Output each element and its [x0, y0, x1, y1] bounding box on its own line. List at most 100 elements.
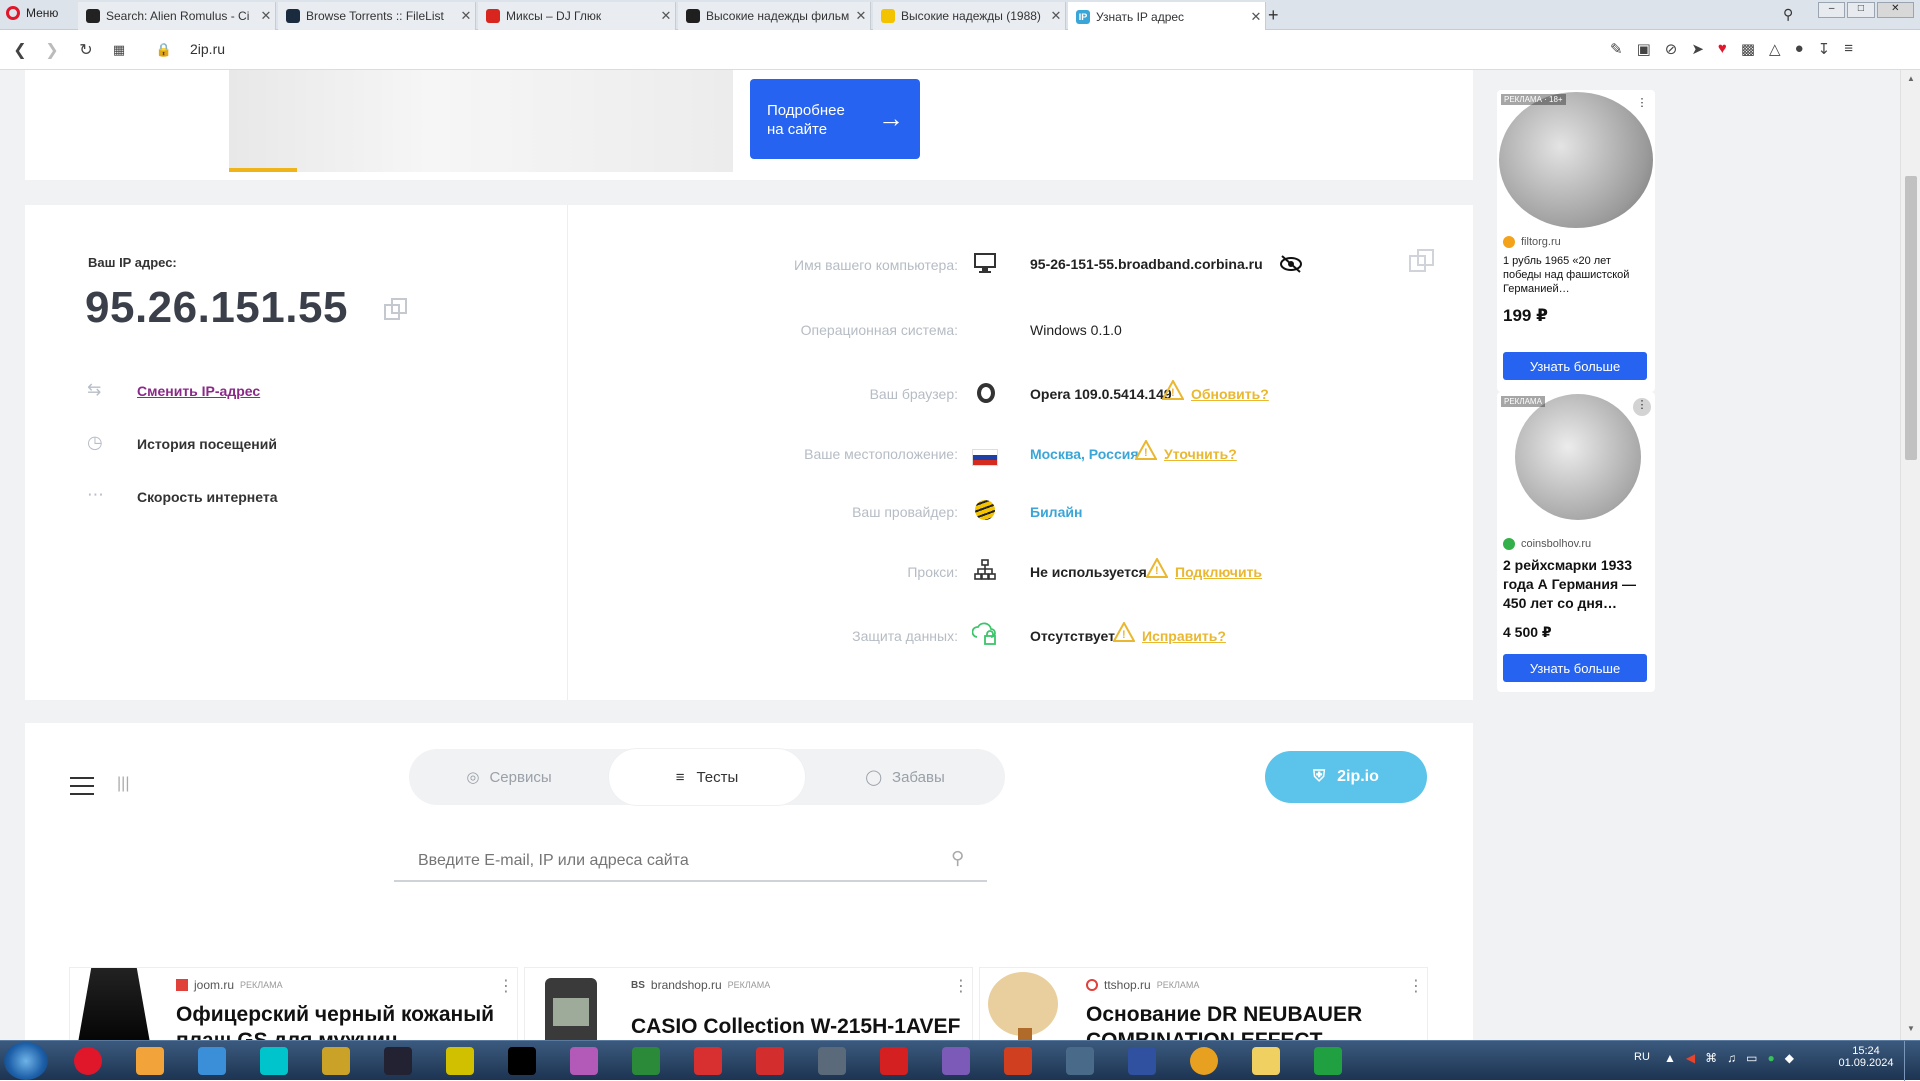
new-tab-button[interactable]: +	[1268, 5, 1279, 26]
tab-grid-icon[interactable]: ▦	[107, 38, 131, 62]
easy-setup-icon[interactable]: ≡	[1844, 40, 1853, 58]
scrollbar-thumb[interactable]	[1905, 176, 1917, 460]
scroll-down-icon[interactable]: ▼	[1907, 1024, 1915, 1033]
copy-hostname-icon[interactable]	[1408, 247, 1436, 275]
browser-tab[interactable]: Browse Torrents :: FileList ✕	[278, 2, 476, 30]
change-ip-link[interactable]: Сменить IP-адрес	[137, 383, 260, 399]
refine-location-link[interactable]: Уточнить?	[1164, 446, 1237, 462]
side-ad-1[interactable]: РЕКЛАМА · 18+ ⋮ filtorg.ru 1 рубль 1965 …	[1497, 90, 1655, 392]
tab-services[interactable]: ◎ Сервисы	[409, 749, 609, 805]
media-player-icon[interactable]	[126, 1045, 174, 1077]
audition-icon[interactable]	[250, 1045, 298, 1077]
close-tab-icon[interactable]: ✕	[457, 8, 475, 24]
browser-tab[interactable]: Высокие надежды фильм ✕	[678, 2, 871, 30]
close-tab-icon[interactable]: ✕	[657, 8, 675, 24]
brand-2ipio-button[interactable]: ⛨ 2ip.io	[1265, 751, 1427, 803]
learn-more-button[interactable]: Узнать больше	[1503, 352, 1647, 380]
tray-arrow-icon[interactable]: ▲	[1664, 1051, 1676, 1065]
bottom-ad-1[interactable]: joom.ru РЕКЛАМА Офицерский черный кожаный…	[69, 967, 518, 1040]
close-tab-icon[interactable]: ✕	[1047, 8, 1065, 24]
eagle-app-icon[interactable]	[1118, 1045, 1166, 1077]
opera-taskbar-icon[interactable]	[64, 1045, 112, 1077]
close-window-icon[interactable]: ✕	[1876, 2, 1914, 18]
show-desktop-button[interactable]	[1904, 1041, 1920, 1081]
search-tabs-icon[interactable]: ⚲	[1783, 6, 1793, 23]
scroll-up-icon[interactable]: ▲	[1907, 74, 1915, 83]
minimize-icon[interactable]: –	[1818, 2, 1846, 18]
adblock-icon[interactable]: ⊘	[1665, 40, 1678, 58]
wifi-icon[interactable]: ⌘	[1705, 1051, 1717, 1065]
chrome-icon[interactable]	[1180, 1045, 1228, 1077]
utorrent-tray-icon[interactable]: ●	[1767, 1051, 1774, 1065]
start-button[interactable]	[4, 1042, 48, 1080]
edit-icon[interactable]: ✎	[1610, 40, 1623, 58]
network-tray-icon[interactable]: ◆	[1785, 1051, 1794, 1065]
image-viewer-icon[interactable]	[560, 1045, 608, 1077]
camera-icon[interactable]: ▣	[1637, 40, 1651, 58]
browser-tab[interactable]: Миксы – DJ Глюк ✕	[478, 2, 676, 30]
ip-address[interactable]: 95.26.151.55	[85, 283, 348, 333]
hide-eye-icon[interactable]	[1278, 251, 1304, 277]
more-options-icon[interactable]: ⋮	[1408, 976, 1424, 996]
url-field[interactable]: 2ip.ru	[190, 41, 225, 57]
extension-icon[interactable]: ▩	[1741, 40, 1755, 58]
heart-icon[interactable]: ♥	[1718, 40, 1727, 58]
forward-icon[interactable]: ❯	[40, 38, 64, 62]
maximize-icon[interactable]: □	[1847, 2, 1875, 18]
side-ad-2[interactable]: РЕКЛАМА ⋮ coinsbolhov.ru 2 рейхсмарки 19…	[1497, 392, 1655, 692]
volume-icon[interactable]: ♫	[1727, 1051, 1736, 1065]
send-icon[interactable]: ➤	[1691, 40, 1704, 58]
provider-value[interactable]: Билайн	[1030, 504, 1082, 520]
dc-app-icon[interactable]	[684, 1045, 732, 1077]
reload-icon[interactable]: ↻	[74, 38, 98, 62]
tab-fun[interactable]: ◯ Забавы	[805, 749, 1005, 805]
bottom-ad-3[interactable]: ttshop.ru РЕКЛАМА Основание DR NEUBAUER C…	[979, 967, 1428, 1040]
red-app-icon[interactable]	[746, 1045, 794, 1077]
more-options-icon[interactable]: ⋮	[953, 976, 969, 996]
bug-app-icon[interactable]	[870, 1045, 918, 1077]
profile-icon[interactable]: ●	[1795, 40, 1804, 58]
more-options-icon[interactable]: ⋮	[498, 976, 514, 996]
terminal-icon[interactable]	[498, 1045, 546, 1077]
language-indicator[interactable]: RU	[1634, 1051, 1650, 1063]
update-browser-link[interactable]: Обновить?	[1191, 386, 1269, 402]
cube-icon[interactable]: △	[1769, 40, 1781, 58]
back-icon[interactable]: ❮	[8, 38, 32, 62]
abc-app-icon[interactable]	[312, 1045, 360, 1077]
tab-tests[interactable]: ≡ Тесты	[609, 749, 805, 805]
download-icon[interactable]: ↧	[1818, 40, 1831, 58]
hamburger-menu-icon[interactable]	[70, 777, 94, 797]
fix-protection-link[interactable]: Исправить?	[1142, 628, 1226, 644]
browser-tab[interactable]: Search: Alien Romulus - Ci ✕	[78, 2, 276, 30]
video-editor-icon[interactable]	[374, 1045, 422, 1077]
promo-more-button[interactable]: Подробнее на сайте →	[750, 79, 920, 159]
clock[interactable]: 15:24 01.09.2024	[1836, 1045, 1896, 1069]
opera-menu-button[interactable]: Меню	[6, 6, 58, 20]
battery-icon[interactable]: ▭	[1746, 1051, 1757, 1065]
bottom-ad-2[interactable]: BS brandshop.ru РЕКЛАМА CASIO Collection W…	[524, 967, 973, 1040]
learn-more-button[interactable]: Узнать больше	[1503, 654, 1647, 682]
utorrent-icon[interactable]	[1304, 1045, 1352, 1077]
connect-proxy-link[interactable]: Подключить	[1175, 564, 1262, 580]
close-tab-icon[interactable]: ✕	[257, 8, 275, 24]
location-value[interactable]: Москва, Россия	[1030, 446, 1139, 462]
tools-app-icon[interactable]	[1056, 1045, 1104, 1077]
columns-icon[interactable]: |||	[117, 775, 139, 797]
search-icon[interactable]: ⚲	[951, 848, 964, 869]
archive-app-icon[interactable]	[994, 1045, 1042, 1077]
close-tab-icon[interactable]: ✕	[852, 8, 870, 24]
more-options-icon[interactable]: ⋮	[1633, 398, 1651, 416]
copy-ip-icon[interactable]	[383, 297, 409, 323]
game-app-icon[interactable]	[436, 1045, 484, 1077]
history-link[interactable]: История посещений	[137, 436, 277, 452]
search-input[interactable]	[418, 848, 918, 874]
browser-tab[interactable]: IP Узнать IP адрес ✕	[1068, 2, 1266, 31]
more-options-icon[interactable]: ⋮	[1633, 96, 1651, 114]
paint-app-icon[interactable]	[932, 1045, 980, 1077]
close-tab-icon[interactable]: ✕	[1247, 9, 1265, 25]
page-scrollbar[interactable]: ▲ ▼	[1900, 70, 1920, 1040]
file-explorer-icon[interactable]	[1242, 1045, 1290, 1077]
tray-red-icon[interactable]: ◀	[1686, 1051, 1695, 1065]
speed-link[interactable]: Скорость интернета	[137, 489, 278, 505]
butterfly-app-icon[interactable]	[188, 1045, 236, 1077]
